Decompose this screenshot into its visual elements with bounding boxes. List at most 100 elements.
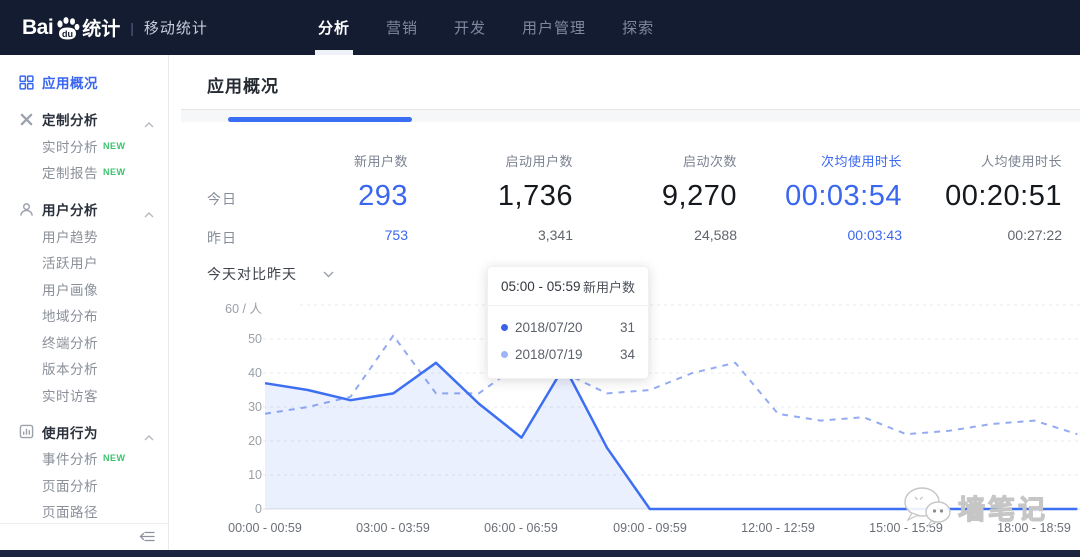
x-axis-tick: 06:00 - 06:59	[466, 521, 576, 535]
tooltip-body: 2018/07/20 31 2018/07/19 34	[488, 306, 648, 378]
x-axis-tick: 09:00 - 09:59	[595, 521, 705, 535]
sidebar-group-usage-behavior[interactable]: 使用行为	[0, 419, 168, 446]
barchart-icon	[18, 424, 34, 440]
nav-tab-marketing[interactable]: 营销	[386, 0, 418, 55]
sidebar-item-label: 应用概况	[42, 72, 98, 92]
x-axis-tick: 12:00 - 12:59	[723, 521, 833, 535]
logo-divider: |	[130, 20, 134, 36]
nav-tab-label: 营销	[386, 17, 418, 38]
sidebar-item-app-overview[interactable]: 应用概况	[0, 69, 168, 96]
stat-value-yesterday-launch-users: 3,341	[403, 227, 573, 243]
new-badge: NEW	[103, 453, 126, 463]
series-area-fill	[265, 363, 1077, 509]
active-tab-underline	[315, 50, 353, 55]
sidebar-item-label: 实时访客	[42, 385, 98, 405]
y-axis-tick: 60 / 人	[180, 298, 262, 317]
bottom-page-strip	[0, 550, 1080, 557]
collapse-sidebar-icon[interactable]	[139, 529, 156, 549]
y-axis-tick: 20	[180, 434, 262, 448]
sidebar-item-realtime-analysis[interactable]: 实时分析 NEW	[0, 133, 168, 160]
x-axis-tick: 15:00 - 15:59	[851, 521, 961, 535]
horizontal-scrollbar-thumb[interactable]	[228, 117, 412, 122]
stat-col-launch-users[interactable]: 启动用户数	[423, 151, 573, 170]
nav-tab-label: 开发	[454, 17, 486, 38]
y-axis-tick: 0	[180, 502, 262, 516]
sidebar-group-label: 使用行为	[42, 422, 98, 442]
stat-row-label-yesterday: 昨日	[207, 228, 237, 248]
sidebar-item-event-analysis[interactable]: 事件分析 NEW	[0, 445, 168, 472]
sidebar-item-terminal-analysis[interactable]: 终端分析	[0, 329, 168, 356]
y-axis-tick: 40	[180, 366, 262, 380]
series-dot-yesterday-icon	[501, 351, 508, 358]
stat-value-today-launch-users: 1,736	[403, 180, 573, 213]
sidebar-footer	[0, 523, 169, 550]
sidebar-item-user-trend[interactable]: 用户趋势	[0, 223, 168, 250]
tooltip-header: 05:00 - 05:59 新用户数	[488, 267, 648, 306]
sidebar-item-label: 定制报告	[42, 162, 98, 182]
nav-tab-label: 分析	[318, 17, 350, 38]
stat-value-yesterday-avg-session: 00:03:43	[732, 227, 902, 243]
tooltip-row-yesterday: 2018/07/19 34	[501, 341, 635, 368]
sidebar-item-active-users[interactable]: 活跃用户	[0, 249, 168, 276]
sidebar-item-page-path[interactable]: 页面路径	[0, 498, 168, 525]
stat-col-avg-session-duration[interactable]: 次均使用时长	[752, 151, 902, 170]
grid-icon	[18, 74, 34, 90]
compare-dropdown[interactable]: 今天对比昨天	[207, 264, 334, 284]
sidebar-item-label: 事件分析	[42, 448, 98, 468]
sidebar-item-label: 地域分布	[42, 305, 98, 325]
stat-value-today-new-users: 293	[238, 180, 408, 213]
tooltip-series-value: 31	[620, 320, 635, 335]
stat-row-label-today: 今日	[207, 189, 237, 209]
user-icon	[18, 201, 34, 217]
baidu-paw-icon: du	[54, 15, 81, 41]
tooltip-metric-name: 新用户数	[583, 277, 635, 296]
baidu-tongji-logo[interactable]: Bai du 统计 | 移动统计	[22, 0, 208, 55]
sidebar-item-region-distribution[interactable]: 地域分布	[0, 302, 168, 329]
stat-col-avg-user-duration[interactable]: 人均使用时长	[912, 151, 1062, 170]
new-badge: NEW	[103, 167, 126, 177]
sidebar-item-label: 用户趋势	[42, 226, 98, 246]
sidebar-item-realtime-visitors[interactable]: 实时访客	[0, 382, 168, 409]
nav-tab-user-management[interactable]: 用户管理	[522, 0, 586, 55]
sidebar-item-label: 实时分析	[42, 136, 98, 156]
y-axis-tick: 30	[180, 400, 262, 414]
top-navbar: Bai du 统计 | 移动统计 分析 营销 开发	[0, 0, 1080, 55]
x-axis-tick: 00:00 - 00:59	[210, 521, 320, 535]
tooltip-time-range: 05:00 - 05:59	[501, 279, 581, 294]
sidebar-group-user-analysis[interactable]: 用户分析	[0, 196, 168, 223]
stat-col-new-users[interactable]: 新用户数	[258, 151, 408, 170]
y-axis-tick: 50	[180, 332, 262, 346]
chevron-down-icon	[323, 271, 334, 278]
nav-tab-develop[interactable]: 开发	[454, 0, 486, 55]
sidebar-item-user-profile[interactable]: 用户画像	[0, 276, 168, 303]
sidebar-item-label: 活跃用户	[42, 252, 98, 272]
stat-value-today-avg-session: 00:03:54	[732, 180, 902, 213]
logo-product-name: 移动统计	[144, 17, 208, 38]
logo-bai-text: Bai	[22, 16, 53, 40]
sidebar-group-label: 定制分析	[42, 109, 98, 129]
chevron-up-icon[interactable]	[144, 428, 154, 446]
stat-value-today-launch-count: 9,270	[567, 180, 737, 213]
sidebar: 应用概况 定制分析 实时分析 NEW 定制报告 NEW 用户分析	[0, 55, 169, 523]
tooltip-series-date: 2018/07/19	[515, 347, 620, 362]
tooltip-row-today: 2018/07/20 31	[501, 314, 635, 341]
stat-value-today-avg-user: 00:20:51	[892, 180, 1062, 213]
chevron-up-icon[interactable]	[144, 205, 154, 223]
sidebar-item-label: 页面分析	[42, 475, 98, 495]
x-axis-tick: 18:00 - 18:59	[979, 521, 1080, 535]
sidebar-item-label: 版本分析	[42, 358, 98, 378]
stat-value-yesterday-avg-user: 00:27:22	[892, 227, 1062, 243]
chevron-up-icon[interactable]	[144, 115, 154, 133]
nav-tab-analysis[interactable]: 分析	[318, 0, 350, 55]
sidebar-item-version-analysis[interactable]: 版本分析	[0, 355, 168, 382]
stat-value-yesterday-new-users: 753	[238, 227, 408, 243]
nav-tab-label: 探索	[622, 17, 654, 38]
sidebar-item-label: 终端分析	[42, 332, 98, 352]
sidebar-group-custom-analysis[interactable]: 定制分析	[0, 106, 168, 133]
svg-text:du: du	[62, 29, 73, 39]
tools-icon	[18, 111, 34, 127]
sidebar-item-page-analysis[interactable]: 页面分析	[0, 472, 168, 499]
sidebar-item-custom-report[interactable]: 定制报告 NEW	[0, 159, 168, 186]
nav-tab-explore[interactable]: 探索	[622, 0, 654, 55]
stat-col-launch-count[interactable]: 启动次数	[587, 151, 737, 170]
